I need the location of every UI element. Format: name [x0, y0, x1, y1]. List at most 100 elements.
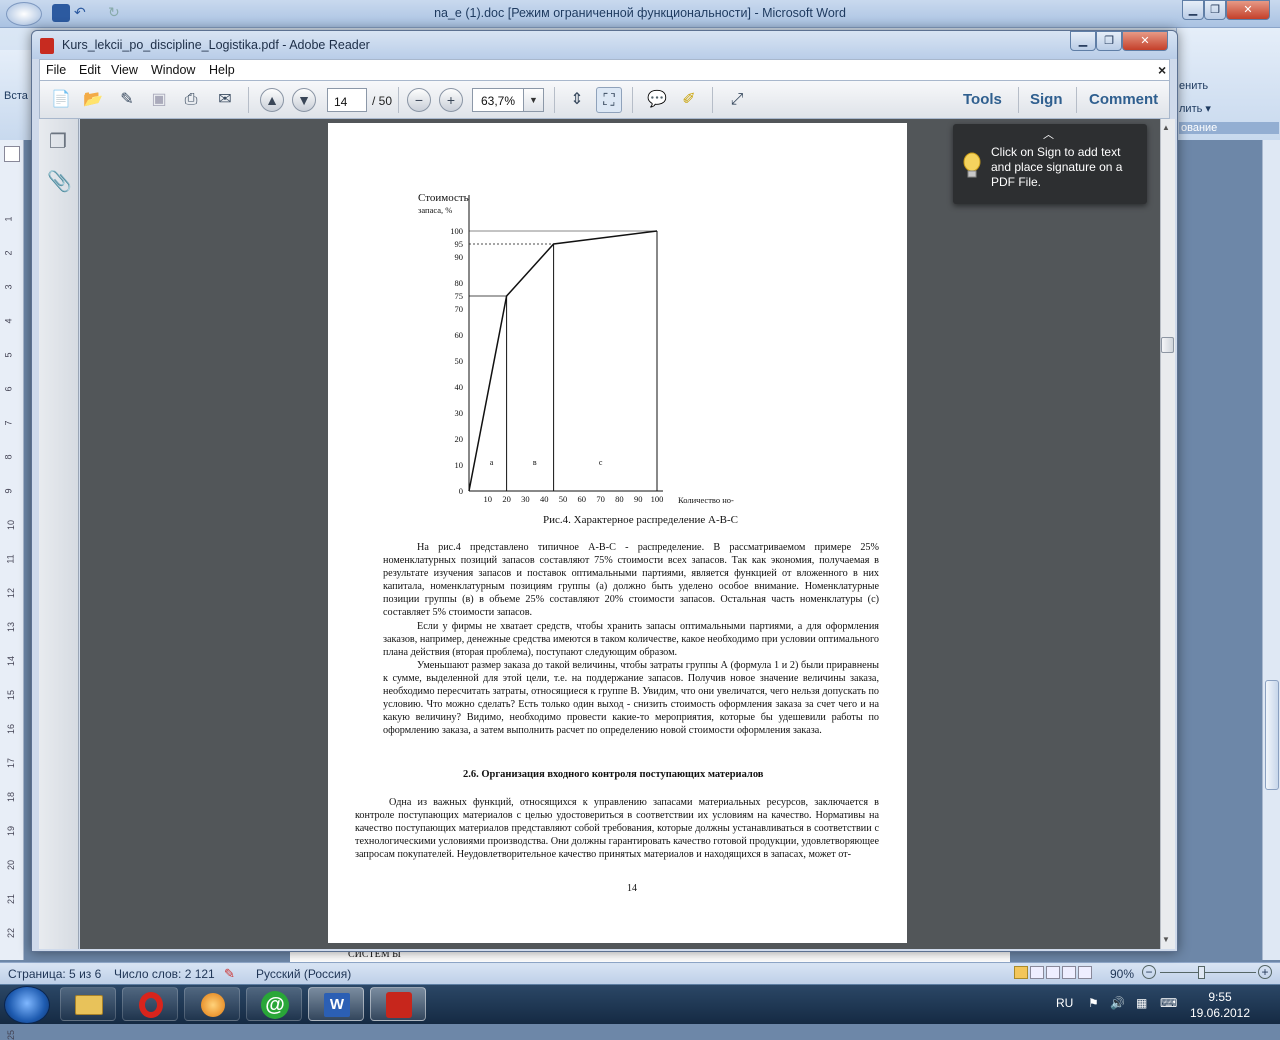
network-icon[interactable]: ▦: [1136, 996, 1147, 1010]
menu-view[interactable]: View: [111, 63, 138, 77]
clock-time[interactable]: 9:55: [1190, 990, 1250, 1004]
create-pdf-icon[interactable]: 📄: [48, 87, 74, 113]
spellcheck-icon[interactable]: ✎: [224, 966, 235, 982]
clock-date[interactable]: 19.06.2012: [1184, 1006, 1256, 1020]
attachments-icon[interactable]: 📎: [47, 169, 72, 193]
page-number-input[interactable]: [327, 88, 367, 112]
opera-taskbar-icon[interactable]: [122, 987, 178, 1021]
edit-document-icon[interactable]: ✎: [114, 87, 140, 113]
word-count-status[interactable]: Число слов: 2 121: [114, 967, 215, 981]
reader-vertical-scrollbar[interactable]: [1160, 119, 1175, 949]
messenger-taskbar-icon[interactable]: @: [246, 987, 302, 1021]
page-thumbnails-icon[interactable]: ❐: [47, 129, 69, 153]
group-label: с: [599, 458, 603, 467]
ruler-number: 25: [6, 1029, 17, 1040]
menu-file[interactable]: File: [46, 63, 66, 77]
menu-help[interactable]: Help: [209, 63, 235, 77]
y-tick-label: 75: [455, 291, 464, 301]
print-icon[interactable]: ⎙: [178, 87, 204, 113]
word-ribbon-edit-group: енить лить ▾ ование: [1176, 28, 1280, 140]
page-count-status[interactable]: Страница: 5 из 6: [8, 967, 101, 981]
zoom-slider-thumb[interactable]: [1198, 966, 1205, 979]
close-document-icon[interactable]: ×: [1158, 62, 1166, 78]
zoom-in-icon[interactable]: +: [439, 88, 463, 112]
word-ribbon-paste-group[interactable]: Вста: [0, 50, 32, 140]
previous-page-icon[interactable]: ▲: [260, 88, 284, 112]
tray-flag-icon[interactable]: ⚑: [1088, 996, 1099, 1010]
keyboard-icon[interactable]: ⌨: [1160, 996, 1177, 1010]
tools-tab[interactable]: Tools: [963, 91, 1002, 108]
sign-tab[interactable]: Sign: [1030, 91, 1063, 108]
reader-titlebar: Kurs_lekcii_po_discipline_Logistika.pdf …: [32, 31, 1177, 59]
word-window-title: na_e (1).doc [Режим ограниченной функцио…: [434, 6, 846, 20]
sign-tooltip[interactable]: ︿ Click on Sign to add text and place si…: [953, 124, 1147, 204]
scroll-up-icon[interactable]: ▲: [1162, 123, 1170, 132]
x-tick-label: 60: [578, 494, 587, 503]
explorer-taskbar-icon[interactable]: [60, 987, 116, 1021]
reader-scroll-thumb[interactable]: [1161, 337, 1174, 353]
word-taskbar-icon[interactable]: W: [308, 987, 364, 1021]
word-maximize-button[interactable]: ❐: [1204, 0, 1226, 20]
reader-close-button[interactable]: ✕: [1122, 31, 1168, 51]
zoom-level[interactable]: 90%: [1110, 967, 1134, 981]
app-taskbar-icon[interactable]: [184, 987, 240, 1021]
volume-icon[interactable]: 🔊: [1110, 996, 1125, 1010]
menu-window[interactable]: Window: [151, 63, 195, 77]
x-tick-label: 90: [634, 494, 643, 503]
y-tick-label: 40: [455, 382, 464, 392]
word-minimize-button[interactable]: ▁: [1182, 0, 1204, 20]
zoom-in-icon[interactable]: +: [1258, 965, 1272, 979]
highlight-text-icon[interactable]: ✐: [676, 87, 702, 113]
toolbar-separator: [712, 87, 713, 113]
paragraph: Одна из важных функций, относящихся к уп…: [355, 797, 879, 861]
replace-label[interactable]: енить: [1179, 80, 1208, 92]
word-statusbar: Страница: 5 из 6 Число слов: 2 121 ✎ Рус…: [0, 962, 1280, 984]
tab-selector[interactable]: [4, 146, 20, 162]
body-text-block: Одна из важных функций, относящихся к уп…: [355, 796, 879, 861]
menu-edit[interactable]: Edit: [79, 63, 101, 77]
figure-caption: Рис.4. Характерное распределение А-В-С: [543, 514, 738, 526]
next-page-icon[interactable]: ▼: [292, 88, 316, 112]
fullscreen-reading-icon[interactable]: [1030, 966, 1044, 979]
toolbar-separator: [632, 87, 633, 113]
draft-icon[interactable]: [1078, 966, 1092, 979]
editing-group-label: ование: [1179, 122, 1279, 134]
y-tick-label: 90: [455, 252, 464, 262]
view-buttons[interactable]: [1014, 966, 1094, 981]
collapse-chevron-icon[interactable]: ︿: [1043, 126, 1054, 142]
open-icon[interactable]: 📂: [80, 87, 106, 113]
ruler-number: 7: [3, 420, 14, 426]
reader-restore-button[interactable]: ❐: [1096, 31, 1122, 51]
comment-tab[interactable]: Comment: [1089, 91, 1158, 108]
web-layout-icon[interactable]: [1046, 966, 1060, 979]
sticky-note-icon[interactable]: 💬: [644, 87, 670, 113]
read-mode-icon[interactable]: ⤢: [724, 87, 750, 113]
word-close-button[interactable]: ✕: [1226, 0, 1270, 20]
fit-page-icon[interactable]: ⛶: [596, 87, 622, 113]
ruler-number: 17: [6, 757, 17, 769]
zoom-out-icon[interactable]: −: [407, 88, 431, 112]
select-label[interactable]: лить ▾: [1179, 102, 1211, 115]
word-vertical-scrollbar[interactable]: [1262, 140, 1280, 960]
reader-minimize-button[interactable]: ▁: [1070, 31, 1096, 51]
reader-menubar: File Edit View Window Help ×: [39, 59, 1170, 81]
ruler-number: 11: [5, 554, 16, 564]
start-button[interactable]: [4, 986, 50, 1024]
language-indicator[interactable]: RU: [1056, 996, 1073, 1010]
ruler-number: 14: [6, 655, 17, 667]
print-layout-icon[interactable]: [1014, 966, 1028, 979]
scroll-down-icon[interactable]: ▼: [1162, 935, 1170, 944]
tooltip-text: Click on Sign to add text and place sign…: [991, 145, 1123, 189]
scrolling-mode-icon[interactable]: ⇕: [564, 87, 590, 113]
y-tick-label: 60: [455, 330, 464, 340]
group-label: a: [490, 458, 494, 467]
zoom-out-icon[interactable]: −: [1142, 965, 1156, 979]
adobe-reader-taskbar-icon[interactable]: [370, 987, 426, 1021]
zoom-dropdown-chevron-icon[interactable]: ▼: [523, 89, 543, 111]
save-icon[interactable]: ▣: [146, 87, 172, 113]
word-scroll-thumb[interactable]: [1265, 680, 1279, 790]
email-icon[interactable]: ✉: [212, 87, 238, 113]
outline-icon[interactable]: [1062, 966, 1076, 979]
zoom-slider[interactable]: [1160, 972, 1256, 973]
language-status[interactable]: Русский (Россия): [256, 967, 351, 981]
